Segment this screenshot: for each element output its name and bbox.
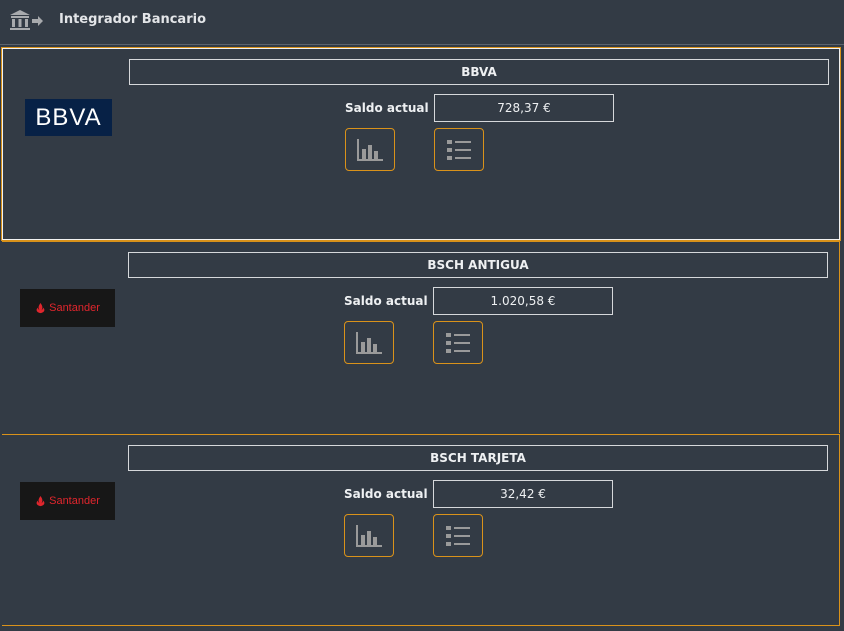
account-card-bbva[interactable]: BBVA BBVA Saldo actual 728,37 € xyxy=(2,48,840,240)
account-list: BBVA BBVA Saldo actual 728,37 € Santande… xyxy=(0,46,844,631)
list-button[interactable] xyxy=(434,128,484,171)
account-card-bsch-tarjeta[interactable]: Santander BSCH TARJETA Saldo actual 32,4… xyxy=(2,434,840,626)
balance-value: 32,42 € xyxy=(433,480,613,508)
list-icon xyxy=(446,332,470,353)
bbva-logo-text: BBVA xyxy=(35,103,102,131)
account-card-bsch-antigua[interactable]: Santander BSCH ANTIGUA Saldo actual 1.02… xyxy=(2,241,840,433)
santander-logo: Santander xyxy=(20,482,115,520)
list-icon xyxy=(446,525,470,546)
chart-button[interactable] xyxy=(344,321,394,364)
list-button[interactable] xyxy=(433,321,483,364)
chart-button[interactable] xyxy=(345,128,395,171)
santander-logo-text: Santander xyxy=(49,495,100,507)
balance-value: 728,37 € xyxy=(434,94,614,122)
bar-chart-icon xyxy=(357,138,383,161)
balance-label: Saldo actual xyxy=(344,294,428,308)
santander-logo-text: Santander xyxy=(49,302,100,314)
list-icon xyxy=(447,139,471,160)
account-name: BBVA xyxy=(129,59,829,85)
chart-button[interactable] xyxy=(344,514,394,557)
balance-label: Saldo actual xyxy=(344,487,428,501)
bank-transfer-icon xyxy=(10,10,43,30)
balance-label: Saldo actual xyxy=(345,101,429,115)
bbva-logo: BBVA xyxy=(25,99,112,136)
list-button[interactable] xyxy=(433,514,483,557)
santander-logo: Santander xyxy=(20,289,115,327)
title-bar: Integrador Bancario xyxy=(0,0,844,45)
santander-flame-icon xyxy=(36,302,45,313)
santander-flame-icon xyxy=(36,495,45,506)
balance-value: 1.020,58 € xyxy=(433,287,613,315)
app-title: Integrador Bancario xyxy=(59,12,206,27)
account-name: BSCH TARJETA xyxy=(128,445,828,471)
bar-chart-icon xyxy=(356,331,382,354)
bar-chart-icon xyxy=(356,524,382,547)
account-name: BSCH ANTIGUA xyxy=(128,252,828,278)
